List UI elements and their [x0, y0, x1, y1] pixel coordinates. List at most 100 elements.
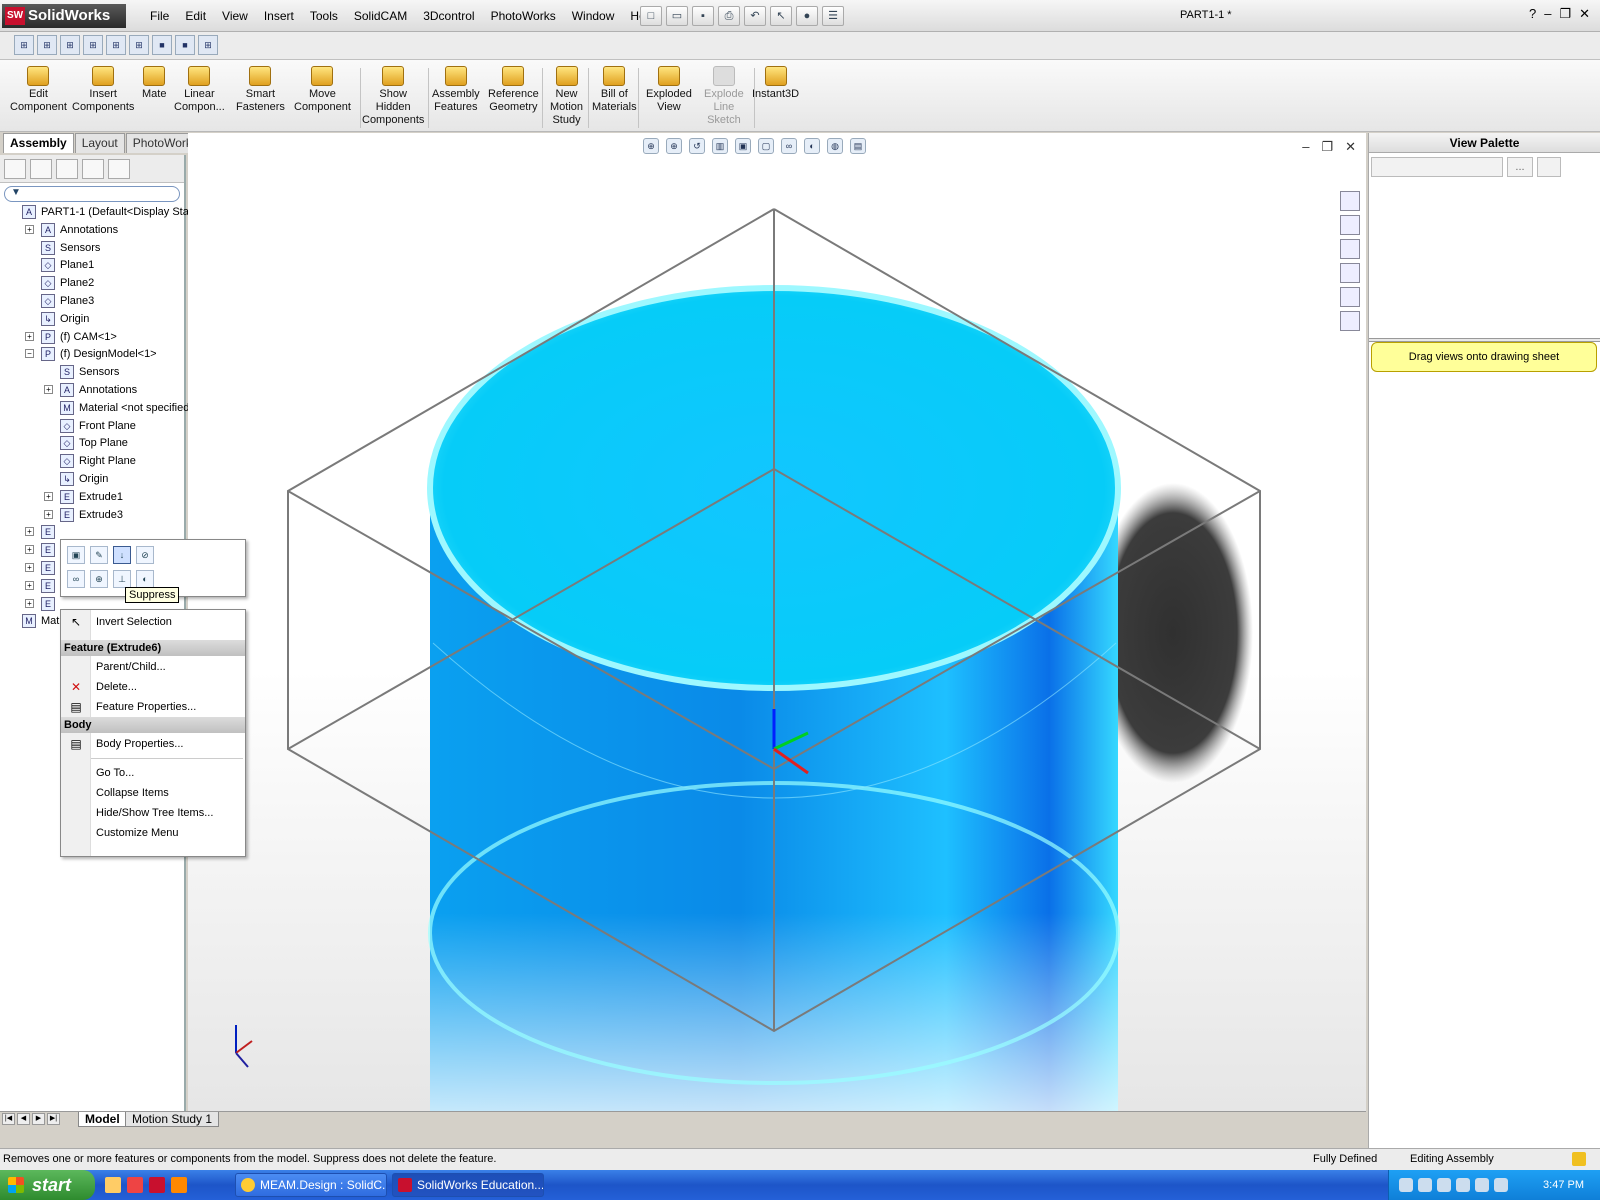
tree-filter-input[interactable]: ▼	[4, 186, 180, 202]
hide-icon[interactable]: ∞	[67, 570, 85, 588]
design-library-tab-icon[interactable]	[1340, 215, 1360, 235]
network-tray-icon[interactable]	[1418, 1178, 1432, 1192]
app-tray-icon[interactable]	[1475, 1178, 1489, 1192]
tree-item[interactable]: S Sensors	[0, 363, 186, 381]
cmd-instant3d-button[interactable]: Instant3D	[752, 66, 799, 101]
refresh-icon[interactable]	[1537, 157, 1561, 177]
menu-item-hide-show-tree-items[interactable]: Hide/Show Tree Items...	[61, 803, 245, 823]
cubes-icon[interactable]: ■	[175, 35, 195, 55]
mate-icon[interactable]: ⊘	[136, 546, 154, 564]
options-icon[interactable]: ☰	[822, 6, 844, 26]
start-button[interactable]: start	[0, 1170, 95, 1200]
solidworks-logo[interactable]: SW SolidWorks	[2, 4, 126, 28]
feature-tree-tab-icon[interactable]	[4, 159, 26, 179]
align-icon[interactable]: ⊞	[60, 35, 80, 55]
menu-edit[interactable]: Edit	[177, 8, 214, 24]
expand-icon[interactable]: +	[25, 580, 34, 590]
last-tab-icon[interactable]: ▶|	[47, 1113, 60, 1125]
align-icon[interactable]: ⊞	[14, 35, 34, 55]
align-icon[interactable]: ⊞	[83, 35, 103, 55]
tree-item[interactable]: + E Extrude1	[0, 488, 186, 506]
tree-item[interactable]: + A Annotations	[0, 381, 186, 399]
collapse-icon[interactable]: −	[25, 349, 34, 359]
edit-sketch-icon[interactable]: ✎	[90, 546, 108, 564]
menu-3dcontrol[interactable]: 3Dcontrol	[415, 8, 482, 24]
align-icon[interactable]: ⊞	[198, 35, 218, 55]
custom-properties-tab-icon[interactable]	[1340, 311, 1360, 331]
tag-icon[interactable]	[1572, 1152, 1586, 1166]
expand-icon[interactable]: +	[44, 491, 53, 501]
edit-feature-icon[interactable]: ▣	[67, 546, 85, 564]
menu-photoworks[interactable]: PhotoWorks	[483, 8, 564, 24]
cmd-mate-button[interactable]: Mate	[142, 66, 166, 101]
close-icon[interactable]: ✕	[1579, 6, 1590, 22]
open-folder-icon[interactable]: ▭	[666, 6, 688, 26]
tab-assembly[interactable]: Assembly	[3, 133, 74, 153]
cmd-assembly-features-button[interactable]: Assembly Features	[432, 66, 480, 114]
cmd-edit-component-button[interactable]: Edit Component	[10, 66, 67, 114]
first-tab-icon[interactable]: |◀	[2, 1113, 15, 1125]
solidworks-resources-tab-icon[interactable]	[1340, 191, 1360, 211]
undo-icon[interactable]: ↶	[744, 6, 766, 26]
tree-item[interactable]: ◇ Plane2	[0, 274, 186, 292]
cmd-exploded-view-button[interactable]: Exploded View	[646, 66, 692, 114]
tree-item[interactable]: + P (f) CAM<1>	[0, 328, 186, 346]
tree-item[interactable]: ◇ Plane3	[0, 292, 186, 310]
expand-icon[interactable]: +	[25, 545, 34, 555]
menu-item-go-to[interactable]: Go To...	[61, 763, 245, 783]
graphics-area[interactable]: ⊕ ⊕ ↺ ▥ ▣ ▢ ∞ ◐ ◍ ▤ – ❐ ✕	[188, 133, 1366, 1111]
view-palette-document-select[interactable]	[1371, 157, 1503, 177]
cmd-linear-compon-button[interactable]: Linear Compon...	[174, 66, 225, 114]
solidworks-launch-icon[interactable]	[149, 1177, 165, 1193]
help-tray-icon[interactable]	[1399, 1178, 1413, 1192]
configuration-manager-tab-icon[interactable]	[56, 159, 78, 179]
appearances-tab-icon[interactable]	[1340, 287, 1360, 307]
minimize-icon[interactable]: –	[1544, 6, 1551, 22]
menu-item-feature-properties[interactable]: ▤ Feature Properties...	[61, 697, 245, 717]
zoom-to-selection-icon[interactable]: ⊕	[90, 570, 108, 588]
cmd-smart-fasteners-button[interactable]: Smart Fasteners	[236, 66, 285, 114]
align-icon[interactable]: ⊞	[129, 35, 149, 55]
expand-icon[interactable]: +	[44, 509, 53, 519]
menu-item-delete[interactable]: ✕ Delete...	[61, 677, 245, 697]
cmd-show-hidden-components-button[interactable]: Show Hidden Components	[362, 66, 424, 127]
dimxpert-tab-icon[interactable]	[82, 159, 104, 179]
menu-item-parent-child[interactable]: Parent/Child...	[61, 657, 245, 677]
tree-item[interactable]: ◇ Front Plane	[0, 417, 186, 435]
normal-to-icon[interactable]: ⊥	[113, 570, 131, 588]
explorer-icon[interactable]	[105, 1177, 121, 1193]
property-manager-tab-icon[interactable]	[30, 159, 52, 179]
tab-layout[interactable]: Layout	[74, 133, 125, 153]
suppress-icon[interactable]: ↓	[113, 546, 131, 564]
volume-tray-icon[interactable]	[1494, 1178, 1508, 1192]
taskbar-item-solidworks[interactable]: SolidWorks Education...	[392, 1173, 544, 1197]
tree-item[interactable]: + A Annotations	[0, 221, 186, 239]
rebuild-traffic-light-icon[interactable]: ●	[796, 6, 818, 26]
align-icon[interactable]: ⊞	[37, 35, 57, 55]
align-icon[interactable]: ⊞	[106, 35, 126, 55]
select-pointer-icon[interactable]: ↖	[770, 6, 792, 26]
taskbar-item-browser[interactable]: MEAM.Design : SolidC...	[235, 1173, 387, 1197]
tree-item[interactable]: M Material <not specified>	[0, 399, 196, 417]
model-viewport[interactable]	[188, 133, 1366, 1111]
next-tab-icon[interactable]: ▶	[32, 1113, 45, 1125]
chrome-icon[interactable]	[127, 1177, 143, 1193]
back-tray-icon[interactable]	[1437, 1178, 1451, 1192]
cmd-reference-geometry-button[interactable]: Reference Geometry	[488, 66, 539, 114]
tree-item[interactable]: S Sensors	[0, 239, 186, 257]
expand-icon[interactable]: +	[25, 331, 34, 341]
menu-window[interactable]: Window	[564, 8, 623, 24]
menu-item-collapse-items[interactable]: Collapse Items	[61, 783, 245, 803]
app-launch-icon[interactable]	[171, 1177, 187, 1193]
expand-icon[interactable]: +	[25, 527, 34, 537]
expand-icon[interactable]: +	[44, 385, 53, 394]
tree-item[interactable]: ◇ Top Plane	[0, 434, 186, 452]
cmd-bill-of-materials-button[interactable]: Bill of Materials	[592, 66, 637, 114]
menu-solidcam[interactable]: SolidCAM	[346, 8, 415, 24]
restore-icon[interactable]: ❐	[1559, 6, 1571, 22]
tree-item[interactable]: + E Extrude3	[0, 506, 186, 524]
help-icon[interactable]: ?	[1529, 6, 1536, 22]
menu-item-invert-selection[interactable]: ↖ Invert Selection	[61, 612, 245, 632]
print-icon[interactable]: ⎙	[718, 6, 740, 26]
menu-insert[interactable]: Insert	[256, 8, 302, 24]
